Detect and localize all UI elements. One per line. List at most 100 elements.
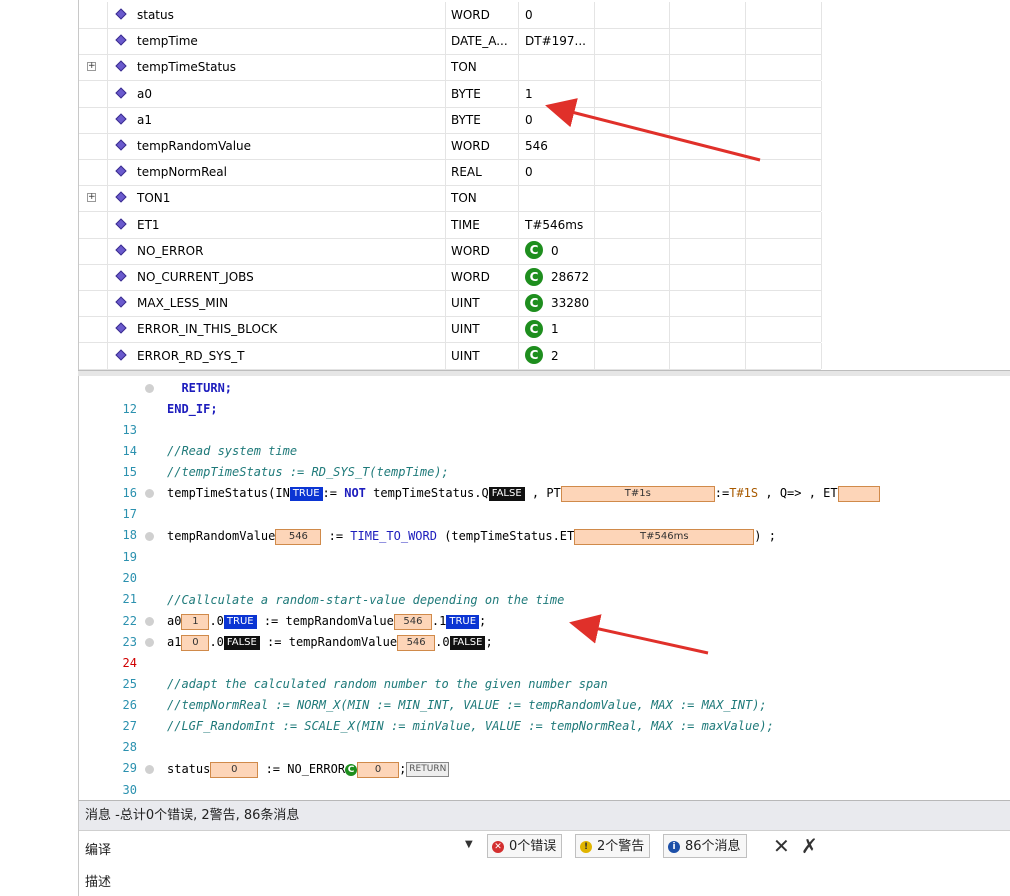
variable-name: TON1	[137, 191, 171, 206]
errors-filter-button[interactable]: ✕ 0个错误	[487, 834, 563, 858]
monitor-value-box: T#546ms	[574, 528, 755, 545]
code-token: , PT	[524, 486, 561, 500]
variable-row[interactable]: MAX_LESS_MIN UINT C 33280	[79, 290, 822, 318]
code-line[interactable]: 19 tempRandomValue 546 := TIME_TO_WORD (t…	[79, 526, 1010, 564]
error-icon: ✕	[492, 840, 504, 853]
code-line[interactable]: 16 //tempTimeStatus := RD_SYS_T(tempTime…	[79, 462, 1010, 500]
code-token: := tempRandomValue	[256, 614, 394, 628]
code-line[interactable]: 24 a1 0.0 FALSE := tempRandomValue 546.0 FAL…	[79, 632, 1010, 670]
variable-value-cell[interactable]: 0	[519, 159, 595, 186]
variable-row[interactable]: a1 BYTE 0	[79, 106, 822, 134]
expand-cell	[79, 290, 108, 317]
variable-value: 33280	[551, 296, 590, 311]
code-line[interactable]: 30 status 0 := NO_ERROR C 0; RETURN	[79, 759, 1010, 797]
line-number: 30	[122, 783, 137, 797]
code-line[interactable]: 29	[79, 737, 1010, 775]
expand-icon[interactable]: +	[87, 193, 96, 203]
variable-row[interactable]: ET1 TIME T#546ms	[79, 211, 822, 239]
code-line[interactable]: 27 //tempNormReal := NORM_X(MIN := MIN_I…	[79, 695, 1010, 733]
variable-type: WORD	[445, 264, 519, 290]
message-source-select[interactable]: 编译	[85, 839, 111, 858]
code-line[interactable]: 14	[79, 420, 1010, 458]
empty-cell	[745, 185, 822, 212]
empty-cell	[745, 290, 822, 317]
breakpoint-marker[interactable]	[145, 489, 154, 498]
code-line[interactable]: 28 //LGF_RandomInt := SCALE_X(MIN := min…	[79, 716, 1010, 754]
breakpoint-marker[interactable]	[145, 532, 154, 541]
expand-icon[interactable]: +	[87, 62, 96, 72]
variable-value-cell[interactable]: C 33280	[519, 290, 595, 317]
variable-row[interactable]: + TON1 TON	[79, 185, 822, 213]
variable-name-cell: status	[107, 2, 446, 28]
variable-row[interactable]: tempTime DATE_A... DT#197...	[79, 28, 822, 56]
code-line[interactable]: 23 a0 1.0 TRUE := tempRandomValue 546.1 TRUE…	[79, 611, 1010, 649]
variable-value-cell[interactable]: T#546ms	[519, 211, 595, 238]
code-token: T#1S	[729, 486, 759, 500]
chevron-down-icon[interactable]: ▼	[465, 839, 473, 850]
variable-value-cell[interactable]	[519, 54, 595, 81]
variable-value: T#546ms	[525, 217, 584, 232]
variable-type: WORD	[445, 2, 519, 28]
variable-value-cell[interactable]	[519, 185, 595, 212]
empty-cell	[745, 28, 822, 55]
breakpoint-marker[interactable]	[145, 617, 154, 626]
clear-all-icon[interactable]: ✗	[801, 834, 818, 858]
message-toolbar: 编译 ▼ ✕ 0个错误 ! 2个警告 i 86个消息 ✕ ✗	[79, 831, 1010, 864]
code-comment: //adapt the calculated random number to …	[167, 677, 608, 691]
variable-row[interactable]: tempNormReal REAL 0	[79, 159, 822, 187]
empty-cell	[595, 264, 670, 290]
variable-type: DATE_A...	[445, 28, 519, 55]
expand-cell: +	[79, 54, 108, 81]
clear-icon[interactable]: ✕	[773, 834, 790, 858]
variable-value-cell[interactable]: C2	[519, 342, 595, 369]
variable-value-cell[interactable]: C0	[519, 237, 595, 264]
code-line[interactable]: 17 tempTimeStatus(IN TRUE:= NOT tempTimeS…	[79, 483, 1010, 521]
messages-filter-button[interactable]: i 86个消息	[663, 834, 747, 858]
variable-value-cell[interactable]: C 28672	[519, 264, 595, 290]
variable-row[interactable]: a0 BYTE 1	[79, 80, 822, 108]
variable-row[interactable]: NO_CURRENT_JOBS WORD C 28672	[79, 264, 822, 291]
code-line[interactable]: 15 //Read system time	[79, 441, 1010, 479]
variable-name: NO_ERROR	[137, 243, 204, 258]
code-line[interactable]: 21	[79, 568, 1010, 606]
code-line[interactable]: 13 END_IF;	[79, 399, 1010, 437]
variable-row[interactable]: + tempTimeStatus TON	[79, 54, 822, 82]
empty-cell	[595, 237, 670, 264]
errors-filter-label: 0个错误	[509, 839, 557, 854]
variable-row[interactable]: status WORD 0	[79, 2, 822, 29]
variable-value-cell[interactable]: 0	[519, 2, 595, 28]
variable-name-cell: tempTime	[107, 28, 446, 55]
empty-cell	[669, 237, 746, 264]
code-line[interactable]: 26 //adapt the calculated random number …	[79, 674, 1010, 712]
monitor-value-box: 546	[393, 613, 432, 630]
code-line[interactable]: 18	[79, 504, 1010, 542]
variable-value-cell[interactable]: C1	[519, 316, 595, 343]
breakpoint-marker[interactable]	[145, 765, 154, 774]
variable-row[interactable]: ERROR_RD_SYS_T UINT C 2	[79, 342, 822, 370]
variable-name-cell: tempNormReal	[107, 159, 446, 186]
monitor-value-box	[837, 485, 880, 502]
code-line[interactable]: 25	[79, 653, 1010, 691]
variable-row[interactable]: ERROR_IN_THIS_BLOCK UINT C 1	[79, 316, 822, 344]
variable-value-cell[interactable]: 0	[519, 106, 595, 133]
breakpoint-marker[interactable]	[145, 638, 154, 647]
code-line[interactable]: 12 RETURN;	[79, 378, 1010, 416]
warnings-filter-button[interactable]: ! 2个警告	[575, 834, 651, 858]
empty-cell	[745, 80, 822, 107]
variable-row[interactable]: tempRandomValue WORD 546	[79, 133, 822, 160]
breakpoint-marker[interactable]	[145, 384, 154, 393]
warnings-filter-label: 2个警告	[597, 839, 645, 854]
code-line[interactable]: 20	[79, 547, 1010, 585]
description-column-header[interactable]: 描述	[85, 871, 111, 890]
variable-row[interactable]: NO_ERROR WORD C 0	[79, 237, 822, 265]
variable-name: tempRandomValue	[137, 139, 252, 153]
code-line[interactable]: 22 //Callculate a random-start-value dep…	[79, 590, 1010, 628]
variable-value-cell[interactable]: 1	[519, 80, 595, 107]
code-editor[interactable]: 12 RETURN; 13 END_IF; 14 15 //Read syste…	[78, 376, 1010, 800]
empty-cell	[669, 28, 746, 55]
variable-value-cell[interactable]: 546	[519, 133, 595, 159]
variable-name: a0	[137, 86, 152, 101]
variable-icon	[115, 348, 127, 361]
monitor-value-false: FALSE	[449, 635, 486, 650]
variable-value-cell[interactable]: DT#197...	[519, 28, 595, 55]
